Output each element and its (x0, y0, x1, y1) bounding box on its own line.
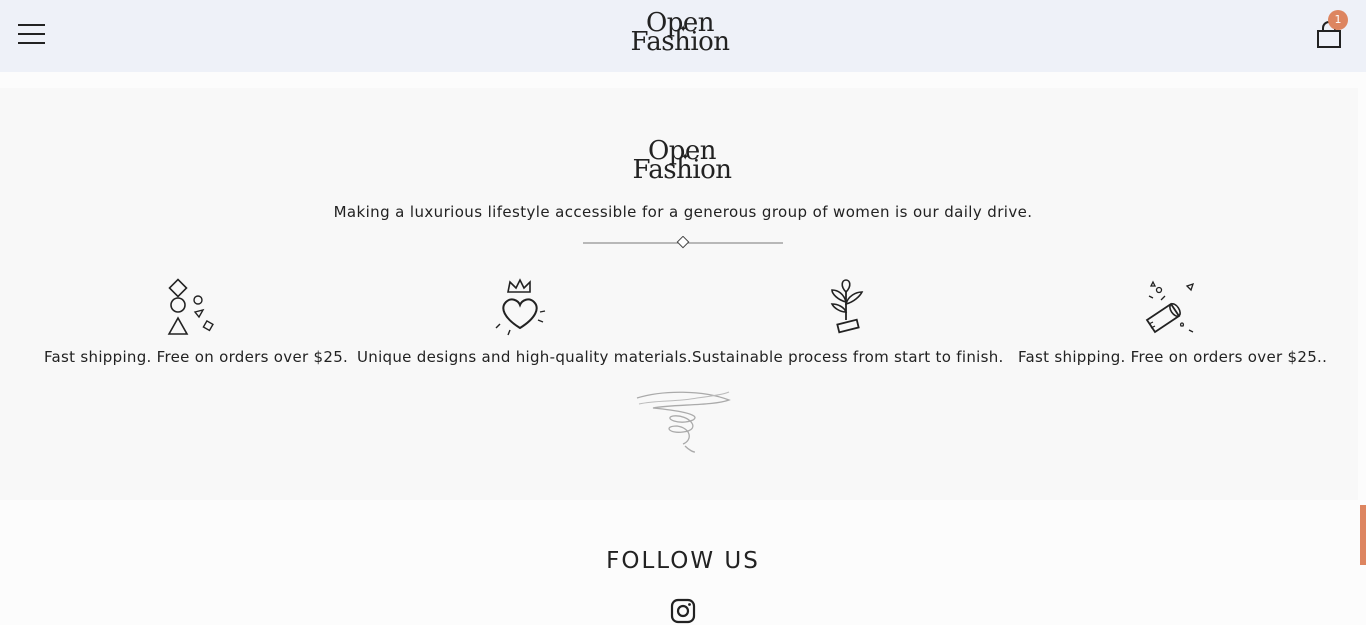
feature-text: Fast shipping. Free on orders over $25. (44, 348, 349, 366)
header-logo[interactable]: Open Fashion ✦ (620, 10, 740, 57)
scrollbar-thumb[interactable] (1360, 505, 1366, 565)
tagline: Making a luxurious lifestyle accessible … (333, 203, 1033, 221)
heart-crown-icon (495, 278, 546, 336)
instagram-icon[interactable] (670, 598, 696, 624)
hamburger-icon[interactable] (16, 24, 46, 48)
feature-text: Unique designs and high-quality material… (357, 348, 692, 366)
feature-item: Fast shipping. Free on orders over $25.. (1018, 278, 1328, 366)
feature-item: Fast shipping. Free on orders over $25. (44, 278, 349, 366)
logo-line-2: Fashion (630, 26, 730, 57)
header: Open Fashion ✦ 1 (0, 0, 1366, 72)
about-section: Open Fashion ✦ Making a luxurious lifest… (0, 88, 1358, 500)
shapes-icon (167, 278, 214, 335)
feature-text: Fast shipping. Free on orders over $25.. (1018, 348, 1328, 366)
flourish-ornament (636, 391, 731, 453)
feature-item: Sustainable process from start to finish… (692, 278, 1004, 366)
logo-line-2: Fashion (632, 154, 732, 185)
about-logo: Open Fashion ✦ (622, 138, 742, 185)
follow-us-title: FOLLOW US (606, 548, 760, 574)
feature-text: Sustainable process from start to finish… (692, 348, 1004, 366)
divider-diamond (583, 236, 783, 249)
feature-item: Unique designs and high-quality material… (357, 278, 692, 366)
cart-count-badge: 1 (1328, 10, 1348, 30)
party-popper-icon (1145, 280, 1195, 334)
plant-icon (830, 279, 864, 334)
sparkle-icon: ✦ (681, 152, 689, 163)
sparkle-icon: ✦ (679, 24, 687, 35)
